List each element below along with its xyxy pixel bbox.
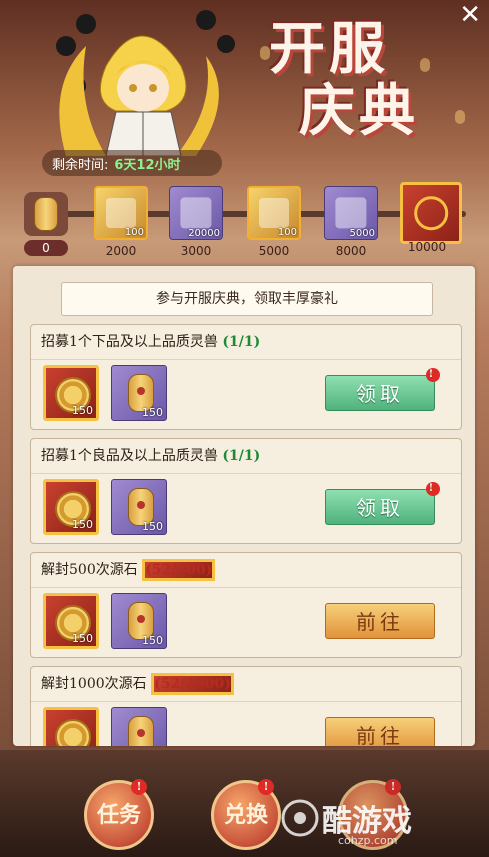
blanket-icon: 5000 <box>324 186 378 240</box>
title-line-2: 庆典 <box>299 78 419 144</box>
reward-count: 150 <box>142 520 163 533</box>
current-points-value: 0 <box>24 240 68 256</box>
alert-badge-icon: ! <box>426 368 440 382</box>
task-title: 解封1000次源石 (52/1000) <box>31 667 461 702</box>
reward-count: 150 <box>142 406 163 419</box>
button-label: 领取 <box>356 382 404 406</box>
claim-button[interactable]: 领取! <box>325 368 440 411</box>
exchange-label: 兑换 <box>223 802 268 828</box>
coin-icon <box>55 719 91 746</box>
task-progress: (1/1) <box>222 334 261 350</box>
task-title: 招募1个良品及以上品质灵兽 (1/1) <box>31 439 461 474</box>
timer-value: 6天12小时 <box>114 157 181 173</box>
current-points: 0 <box>24 192 76 256</box>
reward-coin[interactable]: 150 <box>43 365 99 421</box>
talisman-icon: 100 <box>94 186 148 240</box>
button-label: 前往 <box>356 724 404 746</box>
milestone-points: 10000 <box>407 240 447 254</box>
task-title-text: 解封1000次源石 <box>41 676 147 692</box>
task-title: 解封500次源石 (52/500) <box>31 553 461 588</box>
milestone-points: 8000 <box>335 244 367 258</box>
task-card: 解封1000次源石 (52/1000) 150 150 前往 <box>30 666 462 746</box>
button-label: 领取 <box>356 496 404 520</box>
flame-icon: 20000 <box>169 186 223 240</box>
tasks-label: 任务 <box>96 802 141 828</box>
hero-character-illustration <box>56 10 235 156</box>
task-title-text: 解封500次源石 <box>41 562 138 578</box>
reward-coin[interactable]: 150 <box>43 707 99 746</box>
task-title-text: 招募1个下品及以上品质灵兽 <box>41 334 218 350</box>
task-card: 招募1个良品及以上品质灵兽 (1/1) 150 150 领取! <box>30 438 462 544</box>
watermark: 酷游戏 cohzp.com <box>278 792 488 852</box>
milestone-reward[interactable]: 20000 3000 <box>169 186 223 258</box>
task-title-text: 招募1个良品及以上品质灵兽 <box>41 448 218 464</box>
task-card: 解封500次源石 (52/500) 150 150 前往 <box>30 552 462 658</box>
milestone-count: 100 <box>124 227 144 238</box>
watermark-sub: cohzp.com <box>338 834 398 847</box>
page-title: 开服 庆典 <box>269 18 459 142</box>
reward-lantern[interactable]: 150 <box>111 707 167 746</box>
milestone-count: 5000 <box>349 228 375 239</box>
go-button[interactable]: 前往 <box>325 717 435 746</box>
milestone-reward[interactable]: 100 5000 <box>247 186 301 258</box>
reward-lantern[interactable]: 150 <box>111 479 167 535</box>
milestone-points: 2000 <box>105 244 137 258</box>
reward-count: 150 <box>72 518 93 531</box>
milestone-points: 5000 <box>258 244 290 258</box>
milestone-count: 20000 <box>188 228 220 239</box>
claim-button[interactable]: 领取! <box>325 482 440 525</box>
reward-coin[interactable]: 150 <box>43 593 99 649</box>
close-icon[interactable]: ✕ <box>459 0 481 30</box>
task-card: 招募1个下品及以上品质灵兽 (1/1) 150 150 领取! <box>30 324 462 430</box>
reward-coin[interactable]: 150 <box>43 479 99 535</box>
exchange-button[interactable]: 兑换 ! <box>211 779 281 850</box>
tasks-button[interactable]: 任务 ! <box>84 779 154 850</box>
lantern-icon <box>24 192 68 236</box>
scroll-icon: 100 <box>247 186 301 240</box>
reward-count: 150 <box>142 634 163 647</box>
event-banner: 参与开服庆典，领取丰厚豪礼 <box>61 282 433 316</box>
reward-lantern[interactable]: 150 <box>111 593 167 649</box>
milestone-reward[interactable]: 5000 8000 <box>324 186 378 258</box>
task-panel: 参与开服庆典，领取丰厚豪礼 招募1个下品及以上品质灵兽 (1/1) 150 150 领… <box>13 266 475 746</box>
button-label: 前往 <box>356 610 404 634</box>
reward-lantern[interactable]: 150 <box>111 365 167 421</box>
milestone-points: 3000 <box>180 244 212 258</box>
go-button[interactable]: 前往 <box>325 603 435 639</box>
milestone-count: 100 <box>277 227 297 238</box>
timer-label: 剩余时间: <box>52 157 109 173</box>
task-progress: (52/1000) <box>151 673 234 695</box>
title-line-1: 开服 <box>269 16 389 82</box>
lantern-icon <box>128 716 154 746</box>
reward-count: 150 <box>72 404 93 417</box>
task-progress: (1/1) <box>222 448 261 464</box>
task-title: 招募1个下品及以上品质灵兽 (1/1) <box>31 325 461 360</box>
alert-badge-icon: ! <box>258 779 274 795</box>
alert-badge-icon: ! <box>131 779 147 795</box>
milestone-reward[interactable]: 100 2000 <box>94 186 148 258</box>
alert-badge-icon: ! <box>426 482 440 496</box>
reward-count: 150 <box>72 632 93 645</box>
task-progress: (52/500) <box>142 559 216 581</box>
frame-icon <box>400 182 462 244</box>
watermark-logo-icon <box>281 799 319 837</box>
milestone-reward[interactable]: 10000 <box>400 182 462 254</box>
remaining-time: 剩余时间: 6天12小时 <box>42 150 222 176</box>
